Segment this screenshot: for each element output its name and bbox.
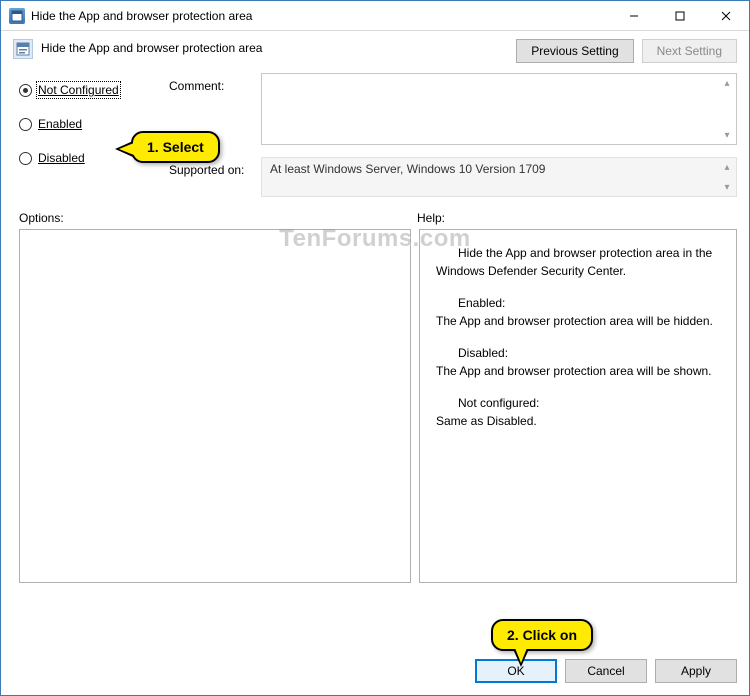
policy-icon	[13, 39, 33, 59]
header: Hide the App and browser protection area…	[1, 31, 749, 67]
help-paragraph: Not configured: Same as Disabled.	[436, 394, 720, 430]
next-setting-button[interactable]: Next Setting	[642, 39, 737, 63]
header-nav: Previous Setting Next Setting	[516, 39, 737, 63]
comment-input[interactable]: ▴ ▾	[261, 73, 737, 145]
help-line: The App and browser protection area will…	[436, 364, 712, 378]
help-paragraph: Enabled: The App and browser protection …	[436, 294, 720, 330]
scroll-up-icon[interactable]: ▴	[720, 160, 734, 174]
close-button[interactable]	[703, 1, 749, 31]
apply-button[interactable]: Apply	[655, 659, 737, 683]
config-area: Not Configured Enabled Disabled Comment:…	[1, 67, 749, 197]
radio-icon	[19, 118, 32, 131]
policy-title: Hide the App and browser protection area	[41, 39, 516, 55]
scrollbar[interactable]: ▴ ▾	[720, 160, 734, 194]
scroll-down-icon[interactable]: ▾	[720, 128, 734, 142]
help-paragraph: Hide the App and browser protection area…	[436, 244, 720, 280]
title-bar: Hide the App and browser protection area	[1, 1, 749, 31]
minimize-button[interactable]	[611, 1, 657, 31]
options-label: Options:	[19, 211, 417, 225]
maximize-button[interactable]	[657, 1, 703, 31]
radio-label: Disabled	[38, 151, 85, 165]
window-title: Hide the App and browser protection area	[31, 9, 252, 23]
radio-icon	[19, 84, 32, 97]
radio-not-configured[interactable]: Not Configured	[19, 79, 169, 101]
section-labels: Options: Help:	[1, 197, 749, 229]
help-label: Help:	[417, 211, 445, 225]
scrollbar[interactable]: ▴ ▾	[720, 76, 734, 142]
supported-on-value-box: At least Windows Server, Windows 10 Vers…	[261, 157, 737, 197]
help-line: Same as Disabled.	[436, 414, 537, 428]
scroll-down-icon[interactable]: ▾	[720, 180, 734, 194]
help-line: Enabled:	[436, 294, 720, 312]
help-line: The App and browser protection area will…	[436, 314, 713, 328]
supported-on-value: At least Windows Server, Windows 10 Vers…	[270, 162, 545, 176]
scroll-up-icon[interactable]: ▴	[720, 76, 734, 90]
options-panel	[19, 229, 411, 583]
comment-label: Comment:	[169, 73, 261, 93]
annotation-click-on: 2. Click on	[491, 619, 593, 651]
help-panel: Hide the App and browser protection area…	[419, 229, 737, 583]
fields: Comment: ▴ ▾ Supported on: At least Wind…	[169, 73, 737, 197]
panels: Hide the App and browser protection area…	[1, 229, 749, 583]
help-line: Disabled:	[436, 344, 720, 362]
annotation-select: 1. Select	[131, 131, 220, 163]
help-line: Not configured:	[436, 394, 720, 412]
cancel-button[interactable]: Cancel	[565, 659, 647, 683]
radio-label: Enabled	[38, 117, 82, 131]
radio-label: Not Configured	[38, 83, 119, 97]
window-icon	[9, 8, 25, 24]
radio-icon	[19, 152, 32, 165]
window-controls	[611, 1, 749, 31]
help-paragraph: Disabled: The App and browser protection…	[436, 344, 720, 380]
previous-setting-button[interactable]: Previous Setting	[516, 39, 633, 63]
